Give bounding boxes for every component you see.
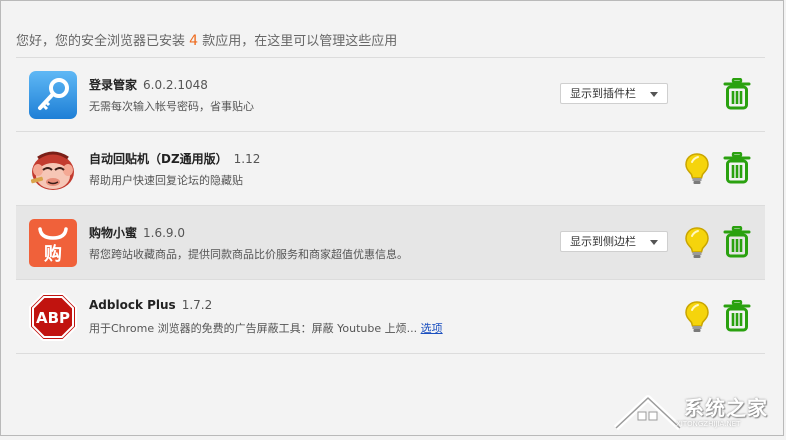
display-location-dropdown[interactable]: 显示到插件栏 — [560, 83, 668, 104]
lightbulb-icon[interactable] — [684, 226, 710, 260]
abp-stop-sign-icon: ABP — [28, 292, 78, 342]
app-name: Adblock Plus — [89, 298, 176, 312]
abp-icon-text: ABP — [36, 309, 70, 327]
caret-down-icon — [650, 92, 658, 97]
options-link[interactable]: 选项 — [421, 322, 443, 335]
watermark-text: 系统之家 — [684, 396, 768, 420]
app-version: 1.7.2 — [181, 298, 213, 312]
app-row-auto-reply: 自动回贴机（DZ通用版） 1.12 帮助用户快速回复论坛的隐藏贴 — [16, 132, 765, 206]
app-version: 1.12 — [233, 152, 261, 166]
dropdown-label: 显示到插件栏 — [570, 87, 636, 100]
app-description: 帮助用户快速回复论坛的隐藏贴 — [89, 174, 243, 187]
app-description: 无需每次输入帐号密码，省事贴心 — [89, 100, 254, 113]
shopping-icon-text: 购 — [44, 243, 62, 265]
summary-suffix: 款应用，在这里可以管理这些应用 — [202, 34, 398, 49]
app-list: 登录管家 6.0.2.1048 无需每次输入帐号密码，省事贴心 显示到插件栏 自… — [16, 57, 765, 354]
install-summary: 您好，您的安全浏览器已安装 4 款应用，在这里可以管理这些应用 — [16, 30, 397, 49]
app-name: 购物小蜜 — [89, 226, 138, 240]
app-name: 登录管家 — [89, 78, 138, 92]
shopping-bag-icon: 购 — [28, 218, 78, 268]
app-name: 自动回贴机（DZ通用版） — [89, 152, 228, 166]
lightbulb-icon[interactable] — [684, 300, 710, 334]
watermark-subtext: XITONGZHIJIA.NET — [676, 420, 741, 428]
app-description: 帮您跨站收藏商品，提供同款商品比价服务和商家超值优惠信息。 — [89, 248, 408, 261]
app-count: 4 — [189, 33, 199, 49]
app-row-adblock-plus: ABP Adblock Plus 1.7.2 用于Chrome 浏览器的免费的广告… — [16, 280, 765, 354]
app-version: 6.0.2.1048 — [143, 78, 208, 92]
app-description: 用于Chrome 浏览器的免费的广告屏蔽工具：屏蔽 Youtube 上烦... … — [89, 320, 443, 336]
caret-down-icon — [650, 240, 658, 245]
dropdown-label: 显示到侧边栏 — [570, 235, 636, 248]
trash-icon[interactable] — [723, 225, 751, 258]
display-location-dropdown[interactable]: 显示到侧边栏 — [560, 231, 668, 252]
app-row-login-manager: 登录管家 6.0.2.1048 无需每次输入帐号密码，省事贴心 显示到插件栏 — [16, 58, 765, 132]
trash-icon[interactable] — [723, 151, 751, 184]
lightbulb-icon[interactable] — [684, 152, 710, 186]
key-icon — [28, 70, 78, 120]
app-row-shopping-assistant: 购 购物小蜜 1.6.9.0 帮您跨站收藏商品，提供同款商品比价服务和商家超值优惠… — [16, 206, 765, 280]
app-description-text: 用于Chrome 浏览器的免费的广告屏蔽工具：屏蔽 Youtube 上烦... — [89, 322, 418, 335]
trash-icon[interactable] — [723, 77, 751, 110]
app-version: 1.6.9.0 — [143, 226, 185, 240]
summary-prefix: 您好，您的安全浏览器已安装 — [16, 34, 186, 49]
monkey-icon — [28, 144, 78, 194]
trash-icon[interactable] — [723, 299, 751, 332]
